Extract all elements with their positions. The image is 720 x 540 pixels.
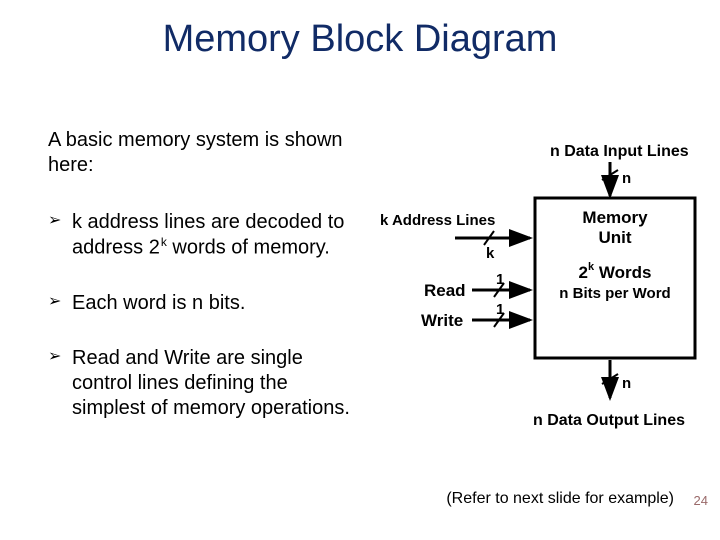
intro-text: A basic memory system is shown here: [48,128,358,178]
bullet-1-text-b: words of memory. [167,237,330,259]
label-read: Read [424,281,466,300]
label-read-1: 1 [496,271,504,288]
label-top-n: n [622,170,631,187]
bullet-1: k address lines are decoded to address 2… [48,210,358,261]
block-line4: n Bits per Word [559,285,670,302]
figure-caption: (Refer to next slide for example) [446,490,674,508]
page-number: 24 [694,493,708,508]
slide-title: Memory Block Diagram [0,18,720,61]
memory-block-diagram: n Data Input Lines n Memory Unit 2k Word… [380,138,710,468]
label-data-input: n Data Input Lines [550,143,689,160]
block-line1: Memory [582,208,648,227]
label-write: Write [421,311,463,330]
label-write-1: 1 [496,301,504,318]
label-data-output: n Data Output Lines [533,412,685,429]
label-bottom-n: n [622,375,631,392]
block-line3: 2k Words [579,261,652,282]
bullet-3: Read and Write are single control lines … [48,346,358,421]
text-column: A basic memory system is shown here: k a… [48,128,358,451]
bullet-1-sup: k [160,235,167,249]
block-line2: Unit [598,228,631,247]
label-address: k Address Lines [380,212,495,229]
bullet-2: Each word is n bits. [48,291,358,316]
label-k: k [486,245,495,262]
